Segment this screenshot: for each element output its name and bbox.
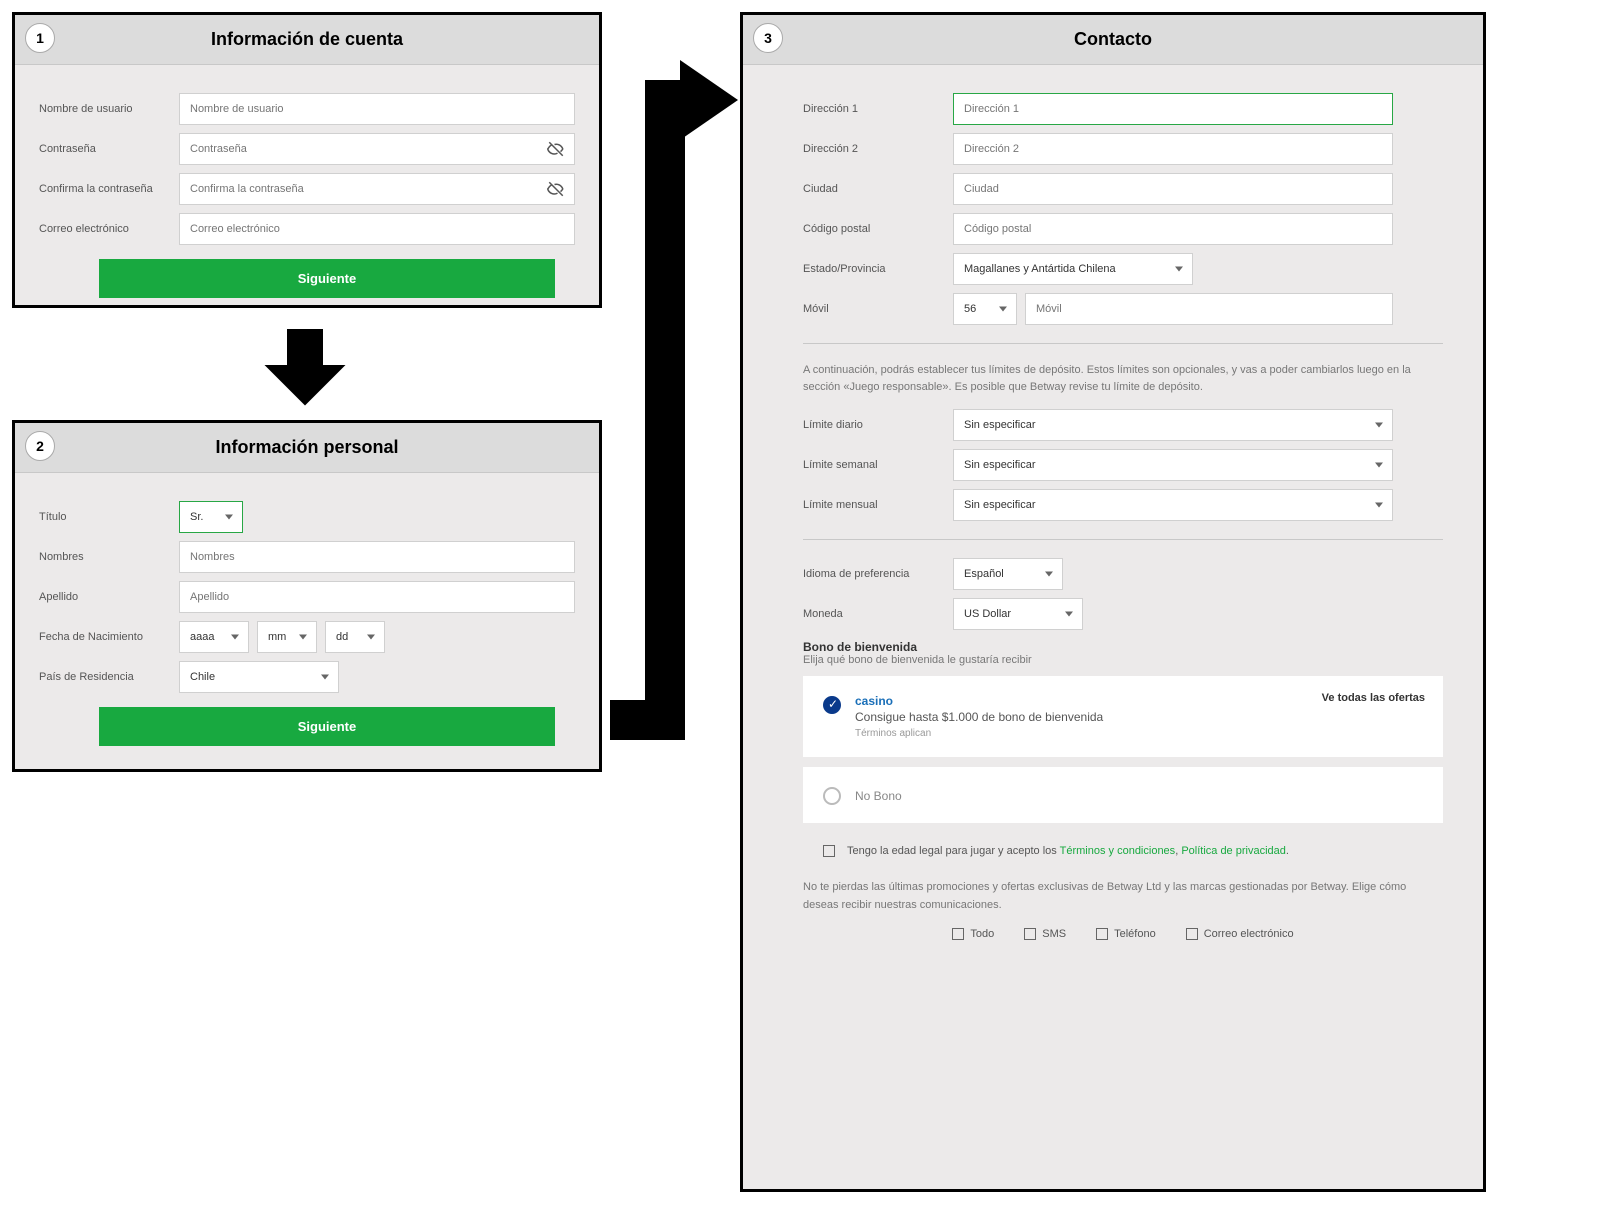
- communications-options: Todo SMS Teléfono Correo electrónico: [803, 928, 1443, 940]
- comm-all-label: Todo: [970, 928, 994, 940]
- comm-sms-checkbox[interactable]: [1024, 928, 1036, 940]
- currency-select[interactable]: US Dollar: [953, 598, 1083, 630]
- dob-day-select[interactable]: dd: [325, 621, 385, 653]
- privacy-link[interactable]: Política de privacidad: [1181, 845, 1286, 857]
- radio-casino[interactable]: [823, 696, 841, 714]
- communications-text: No te pierdas las últimas promociones y …: [803, 879, 1443, 914]
- email-input[interactable]: [179, 213, 575, 245]
- password-label: Contraseña: [39, 143, 179, 155]
- confirm-password-input[interactable]: [179, 173, 575, 205]
- step-badge-1: 1: [25, 23, 55, 53]
- arrow-elbow-icon: [610, 50, 740, 770]
- bonus-offer-casino[interactable]: Ve todas las ofertas casino Consigue has…: [803, 676, 1443, 757]
- offer-casino-desc: Consigue hasta $1.000 de bono de bienven…: [855, 710, 1103, 724]
- email-label: Correo electrónico: [39, 223, 179, 235]
- comm-email-checkbox[interactable]: [1186, 928, 1198, 940]
- comm-phone-checkbox[interactable]: [1096, 928, 1108, 940]
- bonus-section-title: Bono de bienvenida: [803, 640, 1443, 654]
- see-all-offers-link[interactable]: Ve todas las ofertas: [1322, 692, 1425, 704]
- bonus-offer-none[interactable]: No Bono: [803, 767, 1443, 823]
- mobile-label: Móvil: [803, 303, 953, 315]
- offer-nobono-label: No Bono: [855, 789, 902, 803]
- step-badge-2: 2: [25, 431, 55, 461]
- legal-agreement-row: Tengo la edad legal para jugar y acepto …: [803, 845, 1443, 857]
- panel-2-title: Información personal: [15, 423, 599, 473]
- country-label: País de Residencia: [39, 671, 179, 683]
- mobile-code-select[interactable]: 56: [953, 293, 1017, 325]
- limit-weekly-label: Límite semanal: [803, 459, 953, 471]
- limit-weekly-select[interactable]: Sin especificar: [953, 449, 1393, 481]
- offer-casino-terms: Términos aplican: [855, 728, 1103, 739]
- limit-daily-select[interactable]: Sin especificar: [953, 409, 1393, 441]
- title-label: Título: [39, 511, 179, 523]
- next-button-step1[interactable]: Siguiente: [99, 259, 555, 298]
- limit-monthly-label: Límite mensual: [803, 499, 953, 511]
- divider: [803, 539, 1443, 540]
- panel-contact: 3 Contacto Dirección 1 Dirección 2 Ciuda…: [740, 12, 1486, 1192]
- lastname-label: Apellido: [39, 591, 179, 603]
- legal-prefix: Tengo la edad legal para jugar y acepto …: [847, 845, 1060, 857]
- postal-label: Código postal: [803, 223, 953, 235]
- username-input[interactable]: [179, 93, 575, 125]
- legal-checkbox[interactable]: [823, 845, 835, 857]
- step-badge-3: 3: [753, 23, 783, 53]
- country-select[interactable]: Chile: [179, 661, 339, 693]
- bonus-section-subtitle: Elija qué bono de bienvenida le gustaría…: [803, 654, 1443, 666]
- divider: [803, 343, 1443, 344]
- comm-all-checkbox[interactable]: [952, 928, 964, 940]
- lastname-input[interactable]: [179, 581, 575, 613]
- legal-dot: .: [1286, 845, 1289, 857]
- password-input[interactable]: [179, 133, 575, 165]
- comm-phone-label: Teléfono: [1114, 928, 1156, 940]
- city-label: Ciudad: [803, 183, 953, 195]
- state-select[interactable]: Magallanes y Antártida Chilena: [953, 253, 1193, 285]
- deposit-limit-info: A continuación, podrás establecer tus lí…: [803, 362, 1443, 395]
- arrow-down-icon: [260, 320, 350, 410]
- dob-month-select[interactable]: mm: [257, 621, 317, 653]
- panel-3-title: Contacto: [743, 15, 1483, 65]
- language-select[interactable]: Español: [953, 558, 1063, 590]
- eye-off-icon[interactable]: [547, 140, 565, 158]
- title-select[interactable]: Sr.: [179, 501, 243, 533]
- limit-daily-label: Límite diario: [803, 419, 953, 431]
- next-button-step2[interactable]: Siguiente: [99, 707, 555, 746]
- eye-off-icon[interactable]: [547, 180, 565, 198]
- postal-input[interactable]: [953, 213, 1393, 245]
- currency-label: Moneda: [803, 608, 953, 620]
- city-input[interactable]: [953, 173, 1393, 205]
- state-label: Estado/Provincia: [803, 263, 953, 275]
- panel-1-title: Información de cuenta: [15, 15, 599, 65]
- addr1-input[interactable]: [953, 93, 1393, 125]
- language-label: Idioma de preferencia: [803, 568, 953, 580]
- username-label: Nombre de usuario: [39, 103, 179, 115]
- confirm-password-label: Confirma la contraseña: [39, 183, 179, 195]
- panel-personal-info: 2 Información personal Título Sr. Nombre…: [12, 420, 602, 772]
- panel-account-info: 1 Información de cuenta Nombre de usuari…: [12, 12, 602, 308]
- mobile-input[interactable]: [1025, 293, 1393, 325]
- firstname-label: Nombres: [39, 551, 179, 563]
- dob-year-select[interactable]: aaaa: [179, 621, 249, 653]
- comm-sms-label: SMS: [1042, 928, 1066, 940]
- dob-label: Fecha de Nacimiento: [39, 631, 179, 643]
- addr2-label: Dirección 2: [803, 143, 953, 155]
- comm-email-label: Correo electrónico: [1204, 928, 1294, 940]
- radio-nobono[interactable]: [823, 787, 841, 805]
- addr1-label: Dirección 1: [803, 103, 953, 115]
- offer-casino-name: casino: [855, 694, 1103, 708]
- firstname-input[interactable]: [179, 541, 575, 573]
- limit-monthly-select[interactable]: Sin especificar: [953, 489, 1393, 521]
- terms-link[interactable]: Términos y condiciones: [1060, 845, 1176, 857]
- addr2-input[interactable]: [953, 133, 1393, 165]
